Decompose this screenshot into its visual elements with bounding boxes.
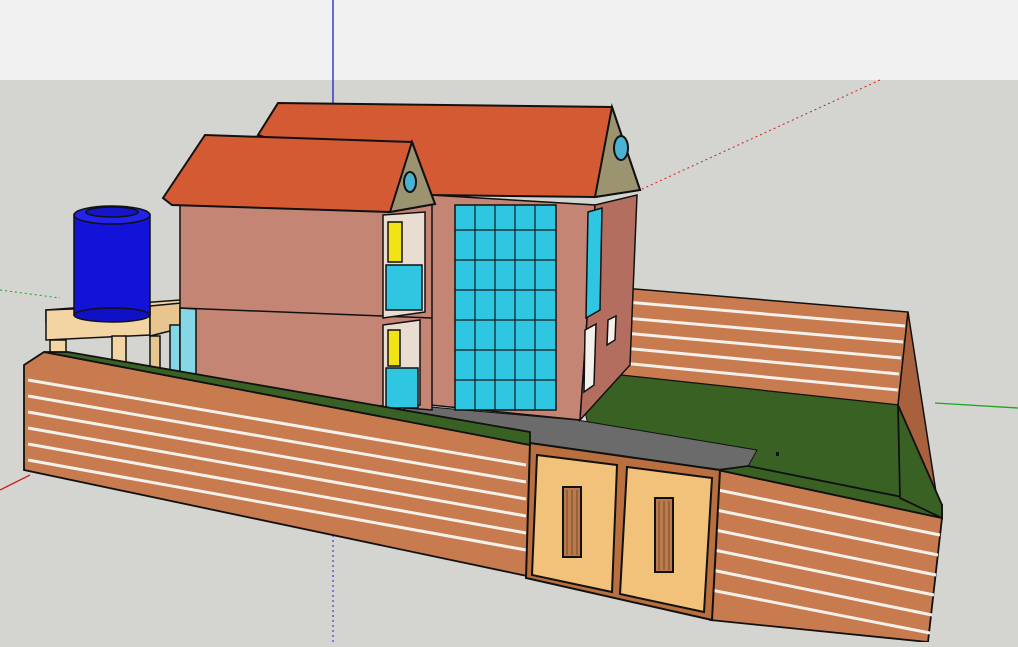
lower-window-yellow bbox=[387, 329, 401, 367]
gable-vent-left bbox=[403, 171, 417, 193]
house-right-block[interactable] bbox=[429, 194, 638, 423]
front-roof[interactable] bbox=[161, 133, 437, 214]
lower-window-glass bbox=[385, 367, 419, 409]
side-window-small bbox=[606, 314, 617, 347]
side-window-lower bbox=[583, 322, 597, 394]
sky bbox=[0, 0, 1018, 80]
model-canvas[interactable] bbox=[0, 0, 1018, 643]
lawn-marker bbox=[776, 452, 779, 456]
glass-curtain-wall bbox=[454, 204, 557, 411]
upper-window-glass bbox=[385, 264, 423, 311]
side-window-upper bbox=[585, 207, 603, 320]
gable-vent-right bbox=[613, 135, 629, 161]
water-tank[interactable] bbox=[73, 205, 151, 323]
sketchup-3d-viewport[interactable] bbox=[0, 0, 1018, 643]
upper-window-yellow bbox=[387, 221, 403, 263]
